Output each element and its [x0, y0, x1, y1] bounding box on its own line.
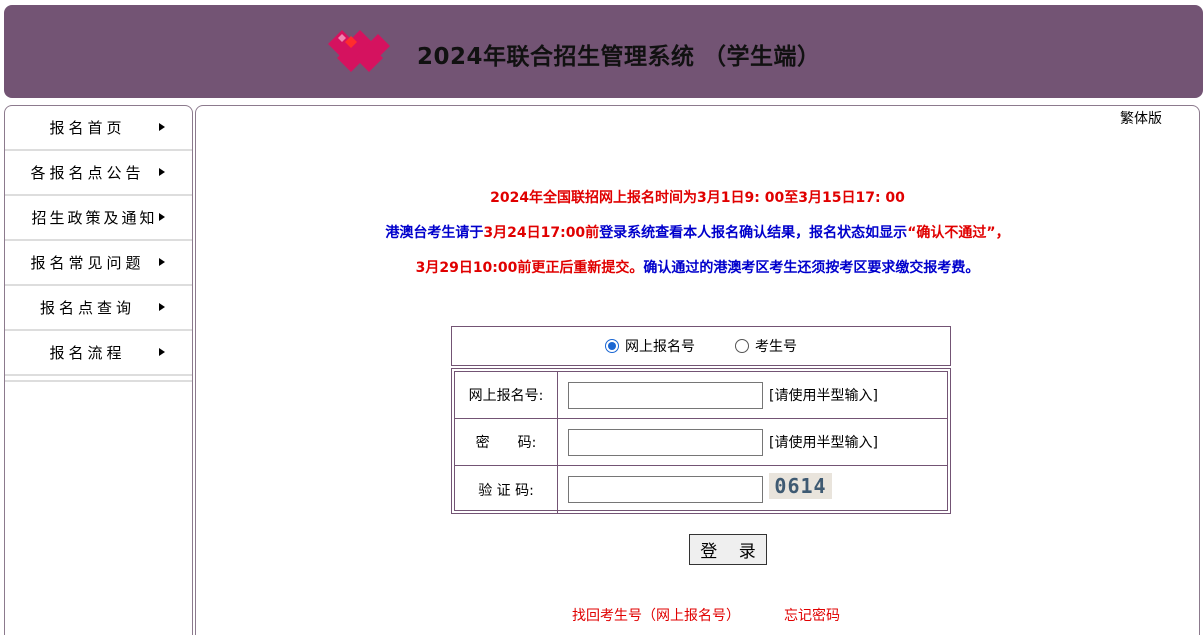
form-cell: 0614 — [558, 466, 832, 513]
sidebar-item-site-search[interactable]: 报名点查询 — [5, 286, 192, 331]
login-button[interactable]: 登 录 — [689, 534, 767, 565]
form-row-password: 密 码: [请使用半型输入] — [455, 419, 947, 466]
caret-right-icon — [159, 303, 165, 311]
sidebar-item-label: 各报名点公告 — [30, 164, 145, 182]
find-exam-number-link[interactable]: 找回考生号（网上报名号） — [572, 605, 740, 625]
radio-unchecked-icon[interactable] — [735, 339, 749, 353]
sidebar-item-faq[interactable]: 报名常见问题 — [5, 241, 192, 286]
sidebar-item-label: 报名点查询 — [39, 299, 135, 317]
sidebar-item-label: 招生政策及通知 — [31, 209, 158, 227]
caret-right-icon — [159, 258, 165, 266]
reg-no-label: 网上报名号: — [455, 372, 558, 418]
sidebar-item-label: 报名流程 — [49, 344, 126, 362]
password-input[interactable] — [568, 428, 763, 456]
notice-text: 港澳台考生请于 — [385, 225, 484, 241]
form-cell: [请使用半型输入] — [558, 372, 878, 418]
form-row-reg-no: 网上报名号: [请使用半型输入] — [455, 372, 947, 419]
login-form: 网上报名号: [请使用半型输入] 密 码: [请使用半型输入] 验 证 码: 0… — [451, 368, 951, 514]
sidebar-item-policy[interactable]: 招生政策及通知 — [5, 196, 192, 241]
sidebar-divider — [5, 376, 192, 382]
sidebar-nav: 报名首页 各报名点公告 招生政策及通知 报名常见问题 报名点查询 报名流程 — [4, 105, 193, 635]
captcha-image[interactable]: 0614 — [769, 472, 832, 499]
login-form-inner: 网上报名号: [请使用半型输入] 密 码: [请使用半型输入] 验 证 码: 0… — [454, 371, 948, 513]
radio-label: 网上报名号 — [625, 339, 695, 355]
half-width-hint: [请使用半型输入] — [769, 435, 878, 451]
traditional-chinese-link[interactable]: 繁体版 — [1120, 108, 1162, 128]
notice-resubmit: 3月29日10:00前更正后重新提交。确认通过的港澳考区考生还须按考区要求缴交报… — [196, 257, 1199, 277]
notice-deadline: 3月29日10:00前更正后重新提交。 — [415, 260, 644, 276]
form-row-captcha: 验 证 码: 0614 — [455, 466, 947, 513]
sidebar-item-label: 报名首页 — [49, 119, 126, 137]
login-type-exam-no-option[interactable]: 考生号 — [735, 336, 797, 356]
caret-right-icon — [159, 348, 165, 356]
notice-text: 确认通过的港澳考区考生还须按考区要求缴交报考费。 — [643, 260, 980, 276]
sidebar-item-home[interactable]: 报名首页 — [5, 106, 192, 151]
captcha-label: 验 证 码: — [455, 466, 558, 513]
notice-deadline: 3月24日17:00前 — [483, 225, 600, 241]
password-label: 密 码: — [455, 419, 558, 465]
caret-right-icon — [159, 168, 165, 176]
diamond-logo-icon — [328, 30, 390, 72]
notice-status: “确认不通过”， — [907, 225, 1010, 241]
sidebar-item-label: 报名常见问题 — [30, 254, 145, 272]
login-type-reg-no-option[interactable]: 网上报名号 — [605, 336, 695, 356]
sidebar-item-process[interactable]: 报名流程 — [5, 331, 192, 376]
radio-label: 考生号 — [755, 339, 797, 355]
radio-checked-icon[interactable] — [605, 339, 619, 353]
half-width-hint: [请使用半型输入] — [769, 388, 878, 404]
notice-registration-time: 2024年全国联招网上报名时间为3月1日9: 00至3月15日17: 00 — [490, 190, 905, 206]
sidebar-item-announcements[interactable]: 各报名点公告 — [5, 151, 192, 196]
main-panel: 繁体版 2024年全国联招网上报名时间为3月1日9: 00至3月15日17: 0… — [195, 105, 1200, 635]
app-title: 2024年联合招生管理系统 （学生端） — [417, 44, 821, 70]
captcha-input[interactable] — [568, 476, 763, 503]
notice-text: 登录系统查看本人报名确认结果，报名状态如显示 — [599, 225, 908, 241]
form-cell: [请使用半型输入] — [558, 419, 878, 465]
forgot-password-link[interactable]: 忘记密码 — [784, 605, 840, 625]
header-banner: 2024年联合招生管理系统 （学生端） — [4, 5, 1203, 98]
login-type-selector: 网上报名号 考生号 — [451, 326, 951, 366]
reg-no-input[interactable] — [568, 381, 763, 409]
caret-right-icon — [159, 123, 165, 131]
notice-confirmation: 港澳台考生请于3月24日17:00前登录系统查看本人报名确认结果，报名状态如显示… — [196, 222, 1199, 242]
caret-right-icon — [159, 213, 165, 221]
